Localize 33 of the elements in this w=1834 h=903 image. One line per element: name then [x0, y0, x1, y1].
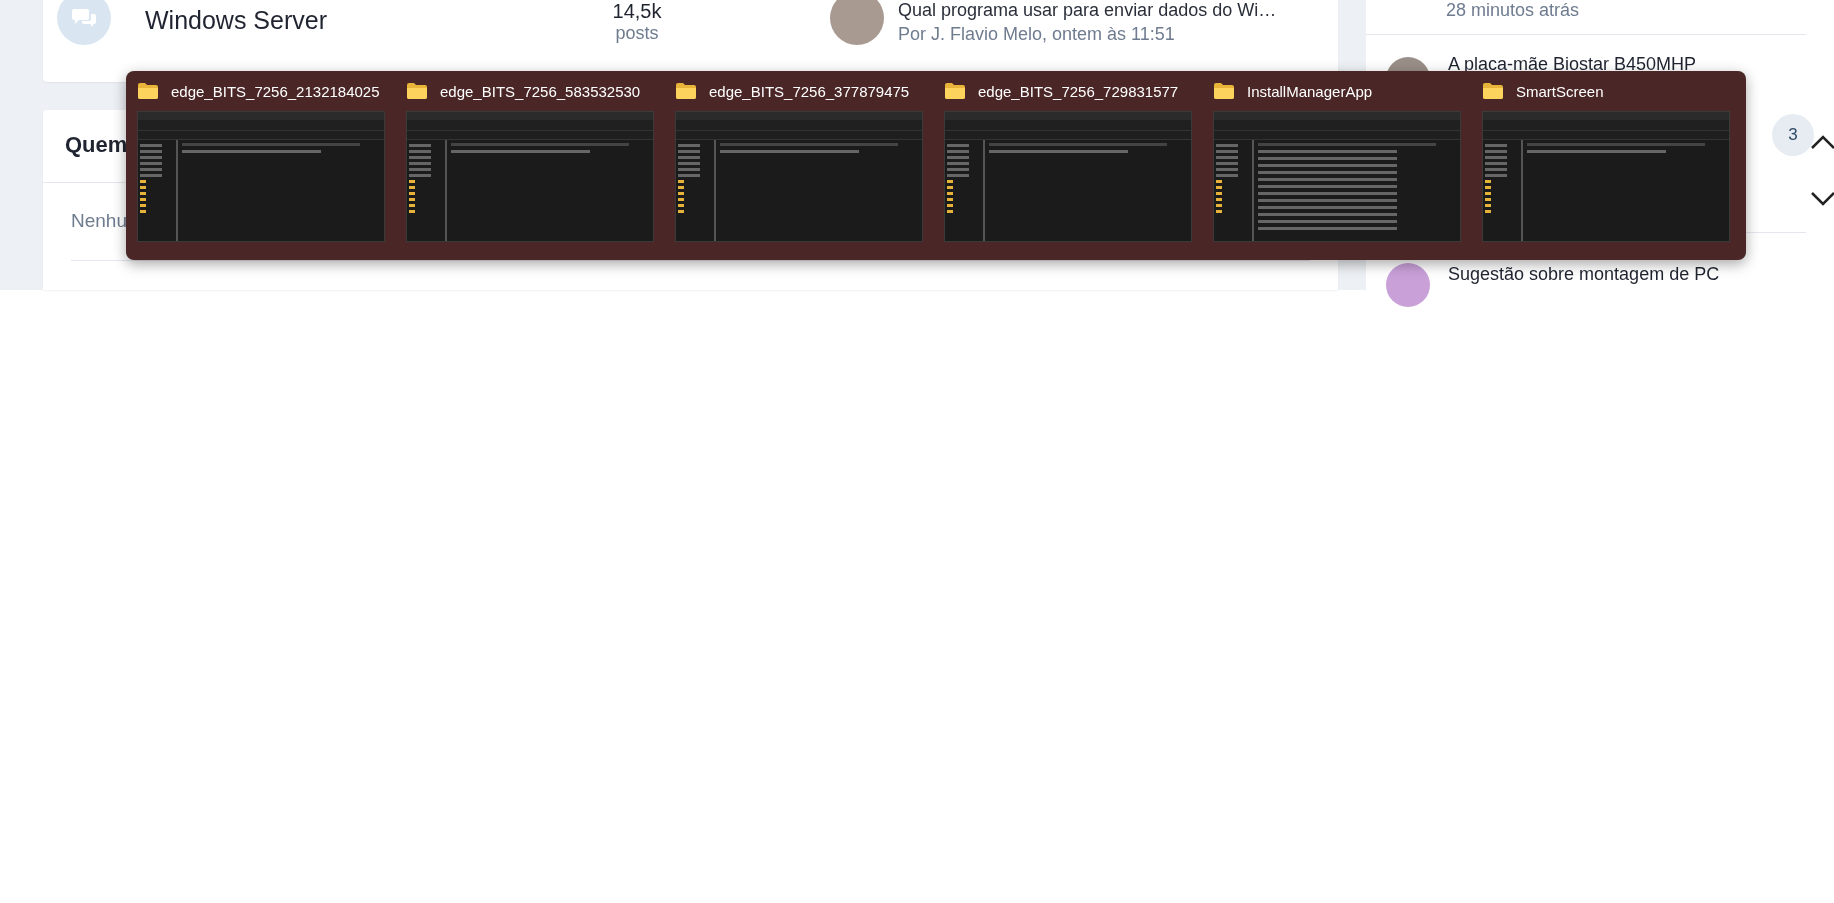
window-title[interactable]: edge_BITS_7256_377879475	[709, 82, 910, 100]
avatar	[830, 0, 884, 45]
post-time: 28 minutos atrás	[1446, 0, 1580, 21]
folder-icon	[406, 82, 428, 100]
avatar	[1386, 263, 1430, 307]
card-title: Quem	[65, 132, 128, 158]
window-title[interactable]: SmartScreen	[1516, 82, 1604, 100]
card-text: Nenhu	[71, 210, 127, 231]
forum-title[interactable]: Windows Server	[145, 6, 565, 35]
folder-icon	[1213, 82, 1235, 100]
explorer-window-thumbnail[interactable]	[406, 111, 654, 242]
last-post-meta: Por J. Flavio Melo, ontem às 11:51	[898, 24, 1176, 45]
last-post-title[interactable]: Qual programa usar para enviar dados do Wi…	[898, 0, 1277, 21]
post-count-label: posts	[615, 23, 659, 44]
window-title[interactable]: InstallManagerApp	[1247, 82, 1373, 100]
window-title[interactable]: edge_BITS_7256_2132184025	[171, 82, 380, 100]
explorer-window-thumbnail[interactable]	[675, 111, 923, 242]
reply-count-badge: 3	[1772, 114, 1814, 156]
window-title[interactable]: edge_BITS_7256_583532530	[440, 82, 641, 100]
topic-title[interactable]: Sugestão sobre montagem de PC	[1448, 264, 1720, 285]
folder-icon	[944, 82, 966, 100]
folder-icon	[1482, 82, 1504, 100]
post-count: 14,5k	[612, 0, 662, 23]
topic-title[interactable]: A placa-mãe Biostar B450MHP	[1448, 54, 1697, 75]
explorer-window-thumbnail[interactable]	[137, 111, 385, 242]
window-title[interactable]: edge_BITS_7256_729831577	[978, 82, 1179, 100]
folder-icon	[675, 82, 697, 100]
explorer-window-thumbnail[interactable]	[944, 111, 1192, 242]
folder-icon	[137, 82, 159, 100]
explorer-window-thumbnail[interactable]	[1482, 111, 1730, 242]
chevron-down-icon[interactable]	[1810, 191, 1834, 207]
explorer-window-thumbnail[interactable]	[1213, 111, 1461, 242]
chevron-up-icon[interactable]	[1810, 134, 1834, 150]
